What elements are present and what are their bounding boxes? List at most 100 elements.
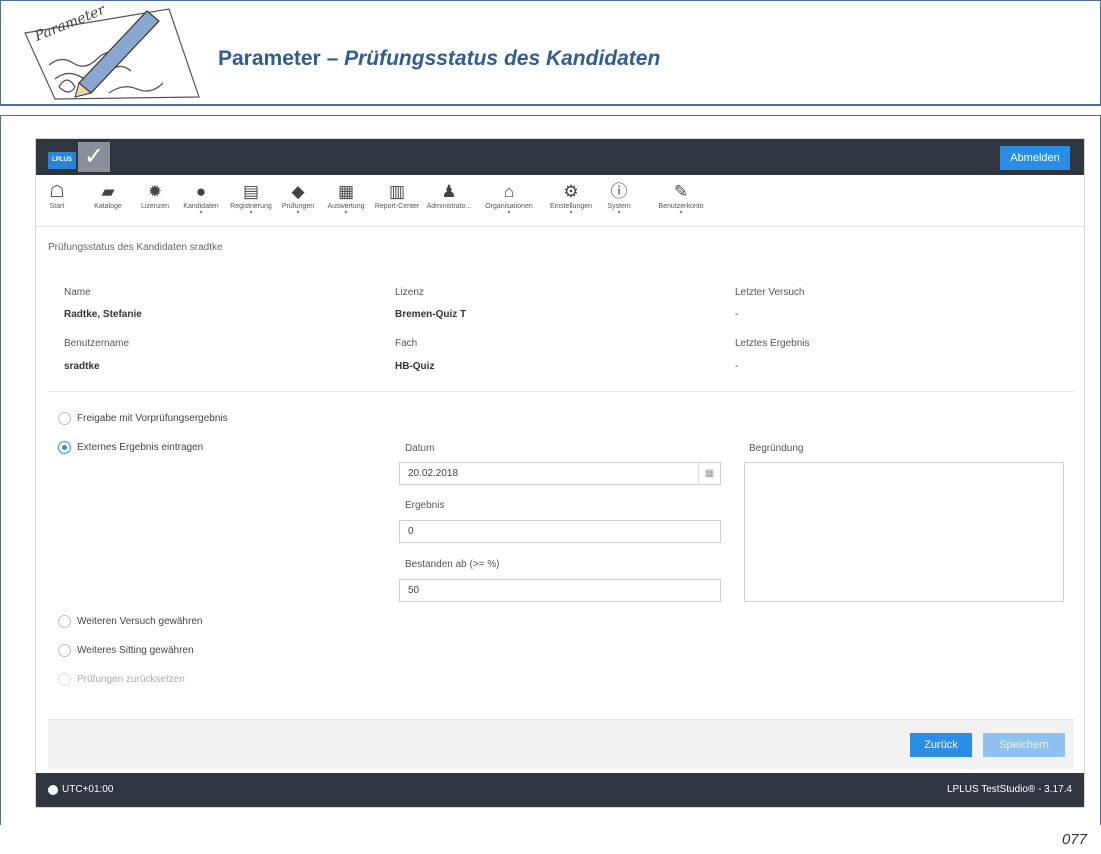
caret-down-icon: ▾	[249, 210, 253, 216]
result-value: 0	[408, 526, 414, 537]
caret-down-icon: ▾	[617, 210, 621, 216]
username-label: Benutzername	[64, 338, 130, 349]
nav-item-kandidaten[interactable]: ● Kandidaten ▾	[179, 181, 223, 216]
nav-item-benutzerkonto[interactable]: ✎ Benutzerkonto ▾	[651, 181, 711, 216]
radio-another-sitting-label: Weiteres Sitting gewähren	[77, 645, 194, 656]
version-text: LPLUS TestStudio® - 3.17.4	[946, 784, 1072, 795]
user-icon: ●	[195, 182, 207, 201]
nav-item-kataloge[interactable]: ▰ Kataloge	[88, 181, 128, 210]
lplus-logo: LPLUS ✓	[48, 142, 110, 172]
nav-item-label: Start	[49, 203, 65, 210]
name-label: Name	[64, 287, 91, 298]
document-title-main: Parameter	[218, 47, 321, 70]
radio-external-option[interactable]: Externes Ergebnis eintragen	[58, 441, 203, 454]
reason-textarea[interactable]	[744, 462, 1064, 602]
result-label: Ergebnis	[405, 500, 445, 511]
document-title: Parameter – Prüfungsstatus des Kandidate…	[218, 47, 660, 71]
nav-item-lizenzen[interactable]: ✹ Lizenzen	[135, 181, 175, 210]
date-field[interactable]: 20.02.2018 ▦	[399, 462, 721, 485]
result-field[interactable]: 0	[399, 520, 721, 543]
license-value: Bremen-Quiz T	[395, 309, 467, 320]
caret-down-icon: ▾	[344, 210, 348, 216]
nav-item-label: Organisationen	[485, 203, 533, 210]
back-button[interactable]: Zurück	[910, 733, 972, 757]
nav-item-organisationen[interactable]: ⌂ Organisationen ▾	[478, 181, 540, 216]
nav-item-administrato[interactable]: ♟ Administrato...	[421, 181, 477, 210]
nav-item-prüfungen[interactable]: ◆ Prüfungen ▾	[276, 181, 320, 216]
certificate-icon: ✹	[147, 182, 163, 201]
top-bar: LPLUS ✓ Abmelden	[36, 139, 1084, 175]
reason-label: Begründung	[749, 443, 804, 454]
save-button[interactable]: Speichern	[983, 733, 1065, 757]
date-value: 20.02.2018	[408, 468, 459, 479]
last-result-value: -	[735, 361, 739, 372]
nav-item-start[interactable]: ☖ Start	[42, 181, 72, 210]
table-icon: ▦	[337, 182, 355, 201]
checkmark-icon: ✓	[78, 142, 110, 172]
radio-reset-label: Prüfungen zurücksetzen	[77, 674, 185, 685]
last-try-label: Letzter Versuch	[735, 287, 805, 298]
caret-down-icon: ▾	[679, 210, 683, 216]
nav-item-report-center[interactable]: ▥ Report-Center	[370, 181, 424, 210]
radio-another-try-option[interactable]: Weiteren Versuch gewähren	[58, 615, 202, 628]
last-try-value: -	[735, 309, 739, 320]
timezone-text: UTC+01:00	[62, 784, 114, 795]
page-number: 077	[1061, 831, 1087, 848]
radio-release-dot[interactable]	[58, 412, 71, 425]
radio-another-try-dot[interactable]	[58, 615, 71, 628]
radio-release-option[interactable]: Freigabe mit Vorprüfungsergebnis	[58, 412, 228, 425]
nav-item-label: Einstellungen	[549, 203, 593, 210]
form-footer: Zurück Speichern	[48, 719, 1074, 769]
nav-item-label: Registrierung	[230, 203, 272, 210]
wrench-icon: ✎	[673, 182, 689, 201]
app-window: LPLUS ✓ Abmelden ☖ Start ▰ Kataloge ✹ Lizenze…	[35, 138, 1085, 808]
bar-chart-icon: ▥	[388, 182, 406, 201]
document-title-separator: –	[320, 47, 345, 70]
calendar-icon[interactable]: ▦	[698, 463, 720, 484]
radio-another-try-label: Weiteren Versuch gewähren	[77, 616, 203, 627]
radio-reset-dot	[58, 673, 71, 686]
timezone-indicator: UTC+01:00	[48, 784, 113, 795]
id-card-icon: ▤	[242, 182, 260, 201]
nav-item-system[interactable]: ⓘ System ▾	[599, 181, 639, 216]
main-navigation: ☖ Start ▰ Kataloge ✹ Lizenzen ● Kandidaten ▾ ▤ Reg…	[36, 175, 1084, 227]
document-title-sub: Prüfungsstatus des Kandidaten	[344, 47, 661, 70]
document-header: Parameter Parameter – Prüfungsstatus des…	[0, 0, 1101, 106]
subject-value: HB-Quiz	[395, 361, 435, 372]
nav-item-label: Auswertung	[327, 203, 365, 210]
info-icon: ⓘ	[610, 182, 628, 201]
graduation-cap-icon: ◆	[291, 182, 305, 201]
passed-threshold-field[interactable]: 50	[399, 579, 721, 602]
nav-item-registrierung[interactable]: ▤ Registrierung ▾	[226, 181, 276, 216]
nav-item-label: Kandidaten	[183, 203, 219, 210]
radio-another-sitting-option[interactable]: Weiteres Sitting gewähren	[58, 644, 194, 657]
radio-another-sitting-dot[interactable]	[58, 644, 71, 657]
globe-icon	[48, 784, 58, 795]
brand-label: LPLUS	[48, 152, 76, 169]
home-icon: ☖	[49, 182, 65, 201]
nav-item-auswertung[interactable]: ▦ Auswertung ▾	[321, 181, 371, 216]
nav-item-label: Lizenzen	[140, 203, 170, 210]
passed-threshold-value: 50	[408, 585, 420, 596]
date-label: Datum	[405, 443, 435, 454]
radio-release-label: Freigabe mit Vorprüfungsergebnis	[77, 413, 228, 424]
nav-item-label: Kataloge	[94, 203, 122, 210]
radio-reset-option: Prüfungen zurücksetzen	[58, 673, 185, 686]
username-value: sradtke	[64, 361, 100, 372]
logout-button[interactable]: Abmelden	[1000, 146, 1070, 170]
nav-item-label: Report-Center	[374, 203, 420, 210]
nav-item-label: System	[607, 203, 631, 210]
caret-down-icon: ▾	[296, 210, 300, 216]
book-icon: ▰	[101, 182, 115, 201]
caret-down-icon: ▾	[507, 210, 511, 216]
admin-icon: ♟	[441, 182, 457, 201]
nav-item-einstellungen[interactable]: ⚙ Einstellungen ▾	[542, 181, 600, 216]
parameter-logo: Parameter	[24, 5, 200, 100]
radio-external-label: Externes Ergebnis eintragen	[77, 442, 204, 453]
last-result-label: Letztes Ergebnis	[735, 338, 810, 349]
nav-item-label: Administrato...	[426, 203, 472, 210]
cogs-icon: ⚙	[563, 182, 579, 201]
caret-down-icon: ▾	[199, 210, 203, 216]
license-label: Lizenz	[395, 287, 424, 298]
radio-external-dot[interactable]	[58, 441, 71, 454]
